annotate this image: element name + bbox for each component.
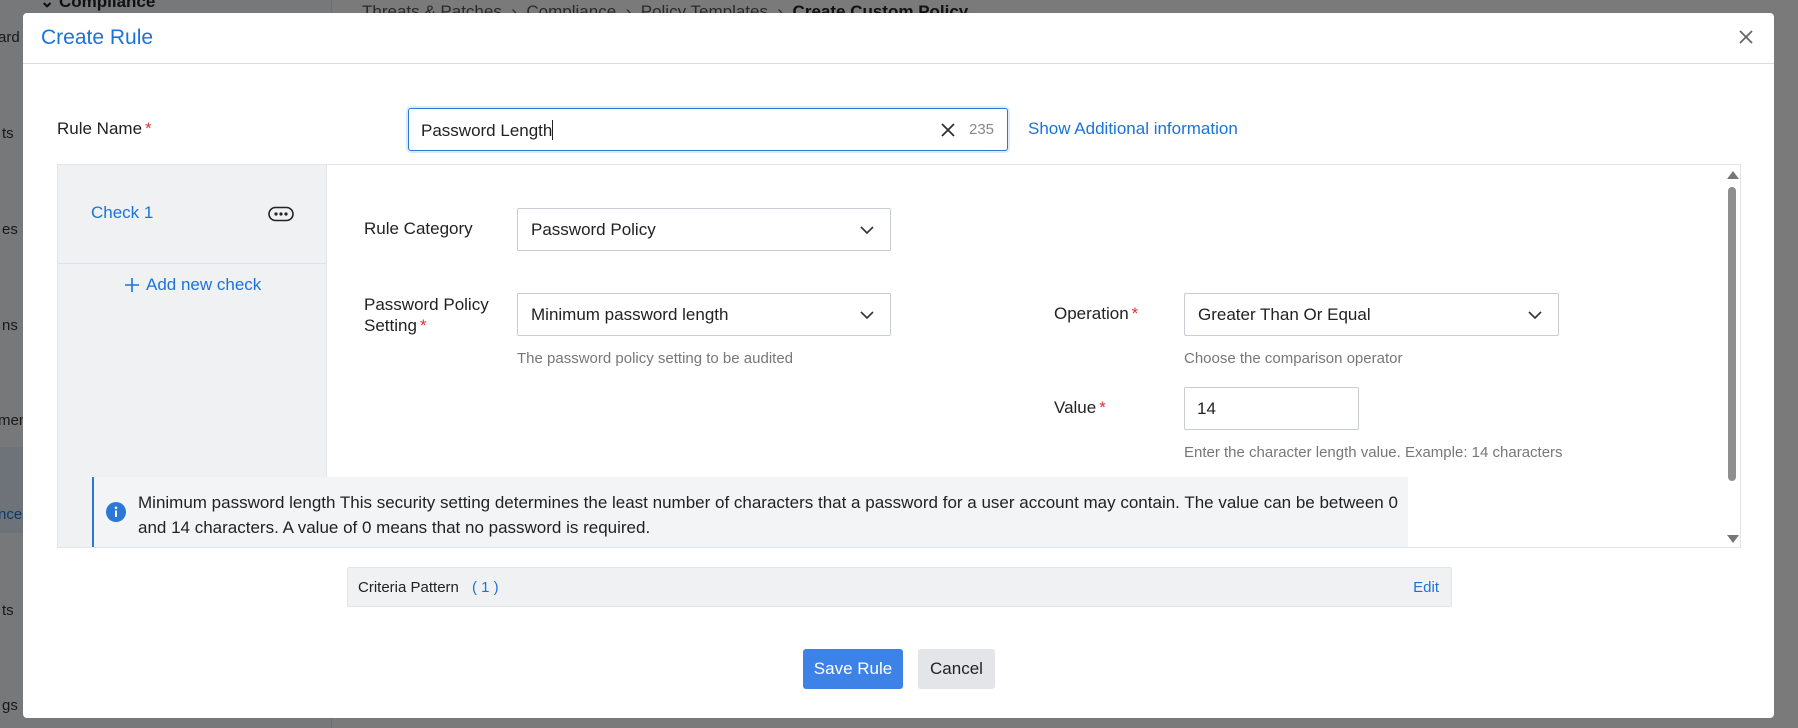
chevron-down-icon [860,311,874,320]
scroll-thumb[interactable] [1728,187,1736,481]
check-label[interactable]: Check 1 [91,203,153,223]
policy-setting-label: Password Policy Setting * [364,295,489,335]
close-icon[interactable] [1734,25,1758,49]
operation-help: Choose the comparison operator [1184,350,1403,367]
scroll-up-arrow[interactable] [1727,171,1739,179]
chevron-down-icon [1528,311,1542,320]
rule-name-input[interactable]: Password Length 235 [408,108,1008,151]
chevron-down-icon [860,226,874,235]
criteria-pattern-label: Criteria Pattern [358,579,459,596]
rule-category-value: Password Policy [531,220,656,239]
value-label: Value * [1054,398,1106,417]
value-input-value: 14 [1197,399,1216,418]
char-count: 235 [969,121,995,138]
cancel-button[interactable]: Cancel [918,649,995,689]
show-additional-info-link[interactable]: Show Additional information [1028,119,1238,139]
info-text: Minimum password length This security se… [138,493,1398,537]
checks-panel: Check 1 Add new check Rule Category Pass… [57,164,1741,548]
rule-name-value: Password Length [421,120,554,140]
criteria-pattern-bar: Criteria Pattern ( 1 ) Edit [347,567,1452,607]
rule-category-label: Rule Category [364,219,473,238]
rule-category-select[interactable]: Password Policy [517,208,891,251]
modal-title: Create Rule [41,26,154,49]
clear-icon[interactable] [939,121,957,139]
value-input[interactable]: 14 [1184,387,1359,430]
rule-name-label: Rule Name * [57,119,152,138]
policy-setting-select[interactable]: Minimum password length [517,293,891,336]
value-help: Enter the character length value. Exampl… [1184,444,1563,461]
operation-value: Greater Than Or Equal [1198,305,1371,324]
add-new-check-button[interactable]: Add new check [124,275,261,295]
create-rule-modal: Create Rule Rule Name * Password Length 2… [23,13,1774,718]
operation-select[interactable]: Greater Than Or Equal [1184,293,1559,336]
check-item[interactable]: Check 1 [58,165,327,264]
panel-scrollbar[interactable] [1724,165,1740,547]
criteria-edit-link[interactable]: Edit [1413,579,1439,596]
plus-icon [125,278,139,292]
save-rule-button[interactable]: Save Rule [803,649,903,689]
info-icon [106,502,126,522]
operation-label: Operation * [1054,304,1139,323]
policy-setting-help: The password policy setting to be audite… [517,350,793,367]
policy-setting-value: Minimum password length [531,305,729,324]
scroll-down-arrow[interactable] [1727,535,1739,543]
info-box: Minimum password length This security se… [92,477,1408,547]
modal-header: Create Rule [23,13,1774,64]
criteria-pattern-count: ( 1 ) [472,579,499,596]
add-new-check-label: Add new check [146,275,262,294]
more-options-icon[interactable] [268,206,294,222]
